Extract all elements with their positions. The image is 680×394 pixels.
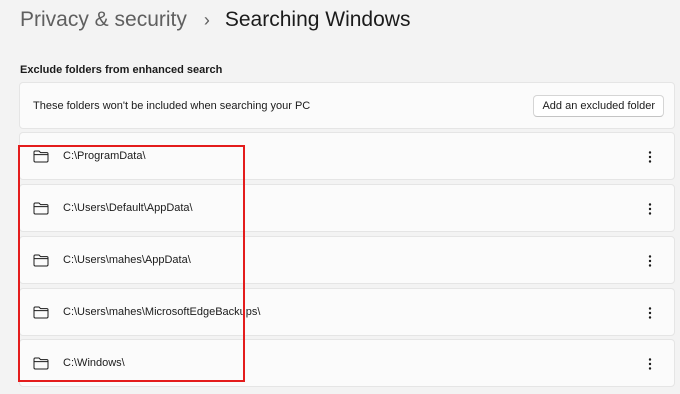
folder-row[interactable]: C:\Users\mahes\AppData\ (19, 236, 675, 284)
more-options-icon[interactable] (643, 356, 657, 372)
folder-row[interactable]: C:\Users\mahes\MicrosoftEdgeBackups\ (19, 288, 675, 336)
folder-icon (33, 202, 49, 215)
more-options-icon[interactable] (643, 149, 657, 165)
folder-path: C:\ProgramData\ (63, 150, 146, 162)
more-options-icon[interactable] (643, 201, 657, 217)
folder-row[interactable]: C:\Windows\ (19, 339, 675, 387)
section-title: Exclude folders from enhanced search (20, 64, 223, 76)
folder-icon (33, 150, 49, 163)
folder-icon (33, 254, 49, 267)
more-options-icon[interactable] (643, 253, 657, 269)
add-excluded-folder-button[interactable]: Add an excluded folder (533, 95, 664, 117)
breadcrumb: Privacy & security › Searching Windows (20, 4, 410, 36)
breadcrumb-separator-icon: › (203, 9, 210, 30)
folder-path: C:\Users\mahes\MicrosoftEdgeBackups\ (63, 306, 261, 318)
exclude-folders-info-card: These folders won't be included when sea… (19, 82, 675, 129)
folder-row[interactable]: C:\Users\Default\AppData\ (19, 184, 675, 232)
folder-path: C:\Windows\ (63, 357, 125, 369)
folder-icon (33, 357, 49, 370)
more-options-icon[interactable] (643, 305, 657, 321)
folder-row[interactable]: C:\ProgramData\ (19, 132, 675, 180)
info-text: These folders won't be included when sea… (33, 100, 311, 112)
folder-path: C:\Users\mahes\AppData\ (63, 254, 191, 266)
breadcrumb-parent-link[interactable]: Privacy & security (20, 8, 187, 32)
folder-path: C:\Users\Default\AppData\ (63, 202, 193, 214)
settings-page: Privacy & security › Searching Windows E… (0, 0, 680, 394)
page-title: Searching Windows (224, 8, 411, 31)
folder-icon (33, 306, 49, 319)
